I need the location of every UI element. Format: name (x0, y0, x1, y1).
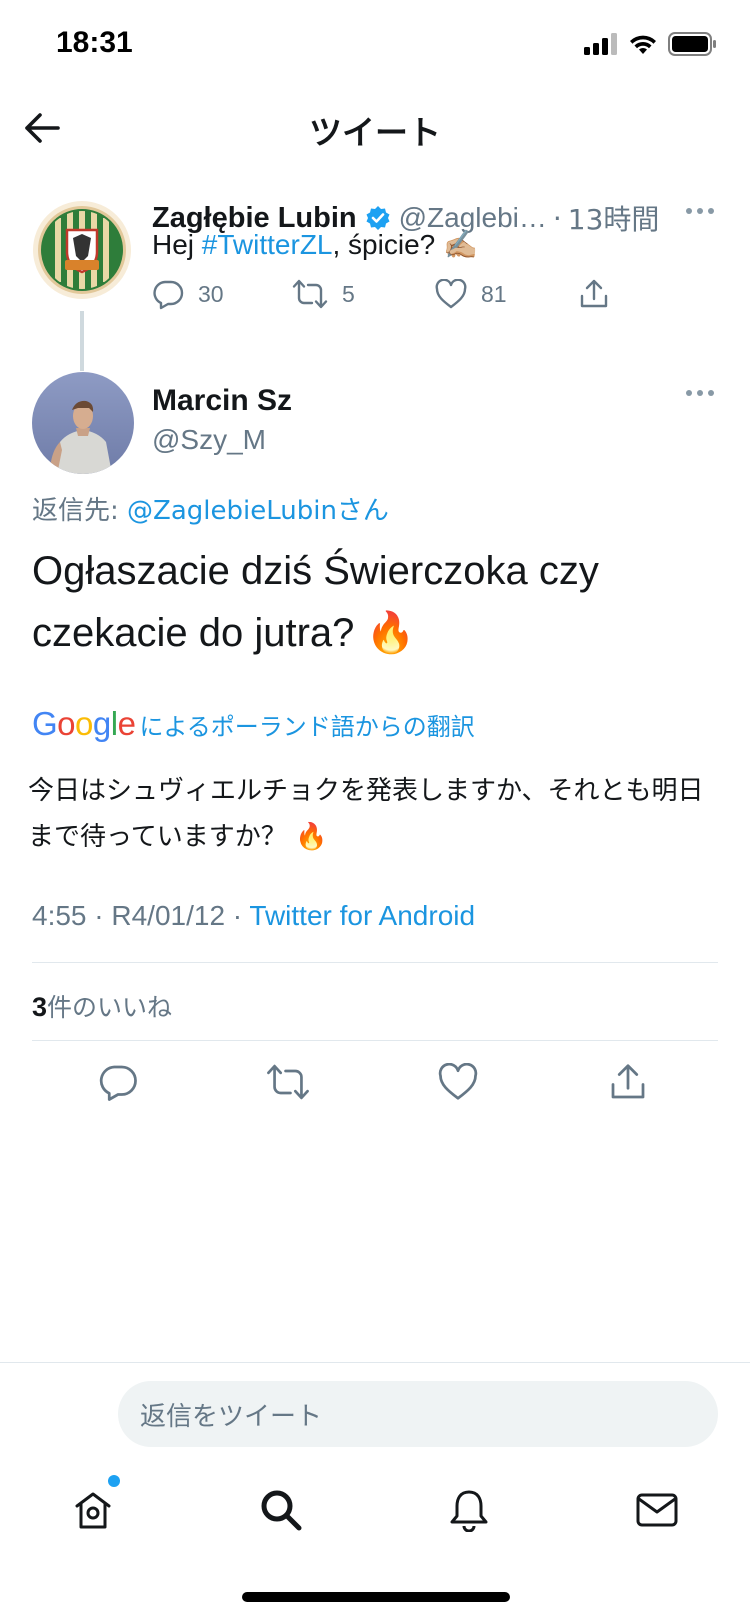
retweet-icon (292, 279, 328, 309)
google-logo: Google (32, 705, 136, 742)
author-name[interactable]: Marcin Sz (152, 384, 292, 418)
cellular-signal-icon (584, 33, 617, 55)
status-bar: 18:31 (0, 0, 750, 90)
tab-search[interactable] (256, 1485, 306, 1535)
parent-text-suffix: , śpicie? ✍🏼 (332, 229, 478, 260)
reply-to-line: 返信先: @ZaglebieLubinさん (32, 490, 389, 527)
share-icon (611, 1064, 645, 1099)
parent-like-button[interactable]: 81 (435, 279, 578, 309)
likes-count: 3 (32, 992, 48, 1022)
tweet-action-bar (0, 1060, 750, 1120)
likes-label: 件のいいね (47, 993, 173, 1022)
translated-text: 今日はシュヴィエルチョクを発表しますか、それとも明日まで待っていますか？ 🔥 (28, 776, 704, 852)
reply-to-label: 返信先: (32, 496, 128, 526)
club-avatar[interactable] (32, 200, 132, 300)
status-icons (584, 32, 716, 56)
retweet-button[interactable] (266, 1060, 310, 1104)
parent-retweet-button[interactable]: 5 (292, 279, 435, 309)
parent-more-button[interactable] (686, 208, 714, 214)
tweet-timestamp: 4:55 · R4/01/12 · (32, 900, 250, 931)
tweet-meta: 4:55 · R4/01/12 · Twitter for Android (32, 900, 475, 932)
author-handle[interactable]: @Szy_M (152, 424, 266, 456)
reply-icon (153, 280, 184, 310)
reply-count: 30 (198, 280, 224, 307)
thread-connector (80, 311, 84, 371)
like-count: 81 (481, 280, 507, 307)
separator-dot: · (552, 201, 562, 235)
home-notification-dot (108, 1475, 120, 1487)
tab-bar (0, 1475, 750, 1565)
home-icon (75, 1492, 111, 1529)
parent-tweet-text: Hej #TwitterZL, śpicie? ✍🏼 (152, 228, 478, 261)
parent-action-row: 30 5 81 (152, 278, 610, 310)
tweet-source-link[interactable]: Twitter for Android (249, 900, 475, 931)
share-button[interactable] (606, 1060, 650, 1104)
battery-icon (668, 32, 716, 56)
club-crest-logo (33, 201, 131, 299)
reply-icon (99, 1065, 137, 1101)
share-icon (580, 279, 608, 308)
heart-icon (438, 1063, 478, 1100)
parent-tweet-time: 13時間 (567, 203, 660, 236)
tab-messages[interactable] (632, 1485, 682, 1535)
parent-share-button[interactable] (578, 278, 610, 310)
user-photo (32, 372, 134, 474)
wifi-icon (630, 35, 656, 54)
hashtag-link[interactable]: #TwitterZL (202, 229, 333, 260)
translation-attribution[interactable]: Google によるポーランド語からの翻訳 (32, 705, 475, 743)
retweet-count: 5 (342, 280, 355, 307)
tweet-more-button[interactable] (686, 390, 714, 396)
bell-icon (450, 1490, 488, 1532)
nav-header: ツイート (0, 96, 750, 168)
page-title: ツイート (309, 113, 441, 152)
main-tweet-author: Marcin Sz @Szy_M (0, 372, 750, 482)
home-indicator (242, 1592, 510, 1602)
reply-mention-link[interactable]: @ZaglebieLubinさん (127, 496, 389, 526)
divider (32, 962, 718, 963)
translation-label: によるポーランド語からの翻訳 (139, 712, 475, 741)
status-time: 18:31 (56, 26, 133, 59)
search-icon (261, 1490, 302, 1531)
reply-composer-bar: 返信をツイート (0, 1362, 750, 1482)
likes-summary[interactable]: 3件のいいね (32, 988, 172, 1024)
tweet-text: Ogłaszacie dziś Świerczoka czy czekacie … (32, 549, 599, 655)
mail-icon (636, 1493, 678, 1527)
tab-home[interactable] (68, 1485, 118, 1535)
like-button[interactable] (436, 1060, 480, 1104)
parent-text-prefix: Hej (152, 229, 202, 260)
reply-button[interactable] (96, 1060, 140, 1104)
divider (32, 1040, 718, 1041)
heart-icon (435, 279, 467, 309)
reply-input[interactable]: 返信をツイート (118, 1381, 718, 1447)
user-avatar[interactable] (32, 372, 134, 474)
parent-reply-button[interactable]: 30 (152, 278, 292, 310)
parent-tweet[interactable]: Zagłębie Lubin @Zaglebi… · 13時間 Hej #Twi… (0, 188, 750, 371)
tab-notifications[interactable] (444, 1485, 494, 1535)
retweet-icon (267, 1064, 309, 1100)
